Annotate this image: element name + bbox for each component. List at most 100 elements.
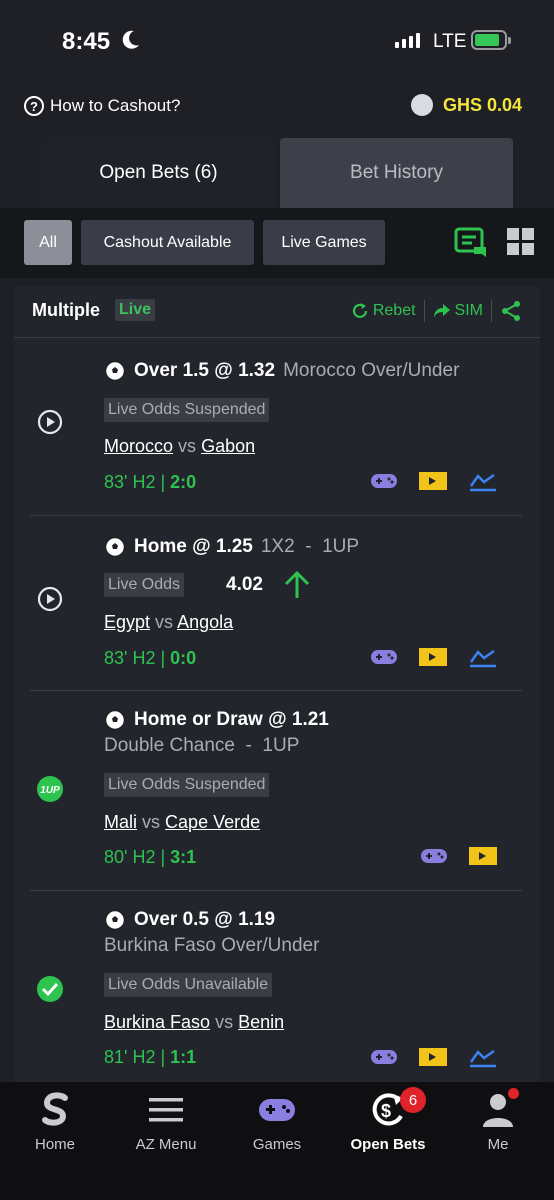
away-team: Cape Verde xyxy=(165,812,261,832)
soccer-ball-icon xyxy=(104,536,126,558)
match-teams[interactable]: Mali vs Cape Verde xyxy=(104,812,260,833)
clock: 8:45 xyxy=(62,28,111,55)
soccer-ball-icon xyxy=(104,360,126,382)
svg-text:1UP: 1UP xyxy=(40,785,60,796)
nav-open-bets-label: Open Bets xyxy=(350,1136,426,1153)
match-status: 83' H2 | 2:0 xyxy=(104,472,196,493)
match-status: 83' H2 | 0:0 xyxy=(104,648,196,669)
betslip-chat-icon[interactable] xyxy=(454,227,488,264)
selection-line: Over 0.5 @ 1.19 xyxy=(104,909,275,931)
filter-live-games[interactable]: Live Games xyxy=(263,220,385,265)
how-to-cashout-link[interactable]: ? How to Cashout? xyxy=(24,96,180,116)
share-button[interactable] xyxy=(500,300,522,322)
vs-label: vs xyxy=(142,812,161,832)
vs-label: vs xyxy=(215,1012,234,1032)
nav-az-menu[interactable]: AZ Menu xyxy=(111,1092,221,1153)
match-time: 83' H2 | xyxy=(104,472,166,492)
leg-tools xyxy=(370,470,498,497)
divider xyxy=(423,300,425,322)
tv-icon[interactable] xyxy=(418,1047,448,1072)
header: ? How to Cashout? GHS 0.04 xyxy=(0,86,554,128)
nav-open-bets[interactable]: $ Open Bets xyxy=(333,1092,443,1153)
nav-me-label: Me xyxy=(487,1136,509,1153)
bottom-nav: Home AZ Menu Games $ Open Bets Me xyxy=(0,1082,554,1200)
gamepad-icon[interactable] xyxy=(420,846,448,871)
match-score: 0:0 xyxy=(170,648,197,668)
1up-badge-icon: 1UP xyxy=(36,775,64,808)
share-arrow-icon xyxy=(433,304,450,318)
rebet-label: Rebet xyxy=(372,302,416,319)
battery-icon xyxy=(471,30,511,50)
odds-status-tag: Live Odds xyxy=(104,573,185,597)
bet-card-header: Multiple Live Rebet SIM xyxy=(14,286,540,338)
tv-icon[interactable] xyxy=(418,471,448,496)
market: Burkina Faso Over/Under xyxy=(104,935,320,956)
filter-all[interactable]: All xyxy=(24,220,72,265)
selection: Over 1.5 @ 1.32 xyxy=(134,360,276,381)
network-label: LTE xyxy=(433,31,467,52)
away-team: Benin xyxy=(238,1012,285,1032)
tab-open-bets[interactable]: Open Bets (6) xyxy=(42,138,275,208)
stats-icon[interactable] xyxy=(468,1046,498,1073)
play-icon[interactable] xyxy=(36,408,64,441)
balance-amount: GHS 0.04 xyxy=(442,94,522,115)
refresh-icon xyxy=(352,303,367,318)
selection-line: Over 1.5 @ 1.32 Morocco Over/Under xyxy=(104,360,459,382)
gamepad-icon[interactable] xyxy=(370,647,398,672)
rebet-button[interactable]: Rebet xyxy=(351,302,416,320)
share-icon xyxy=(502,301,520,321)
home-team: Egypt xyxy=(104,612,151,632)
filter-bar: All Cashout Available Live Games xyxy=(0,208,554,278)
match-time: 83' H2 | xyxy=(104,648,166,668)
sim-label: SIM xyxy=(454,302,483,319)
selection-line: Home or Draw @ 1.21 xyxy=(104,709,329,731)
divider xyxy=(491,300,492,322)
gamepad-icon[interactable] xyxy=(370,471,398,496)
away-team: Gabon xyxy=(201,436,256,456)
stats-icon[interactable] xyxy=(468,646,498,673)
stats-icon[interactable] xyxy=(468,470,498,497)
bet-leg: 1UP Home or Draw @ 1.21 Double Chance - … xyxy=(30,691,522,891)
avatar xyxy=(410,94,433,116)
sim-button[interactable]: SIM xyxy=(433,302,483,320)
tv-icon[interactable] xyxy=(418,647,448,672)
up-arrow-icon xyxy=(282,570,312,605)
tab-bet-history[interactable]: Bet History xyxy=(280,138,513,208)
svg-text:$: $ xyxy=(381,1101,391,1121)
play-icon[interactable] xyxy=(36,585,64,618)
status-bar: 8:45 LTE xyxy=(0,0,554,80)
nav-me[interactable]: Me xyxy=(443,1092,553,1153)
leg-tools xyxy=(370,1046,498,1073)
grid-view-icon[interactable] xyxy=(507,228,535,261)
bet-leg: Over 0.5 @ 1.19 Burkina Faso Over/Under … xyxy=(30,891,522,1086)
selection: Over 0.5 @ 1.19 xyxy=(134,909,276,930)
nav-games-label: Games xyxy=(252,1136,302,1153)
match-score: 3:1 xyxy=(170,847,197,867)
check-circle-icon xyxy=(36,975,64,1008)
filter-cashout-available[interactable]: Cashout Available xyxy=(81,220,254,265)
leg-tools xyxy=(420,846,498,871)
selection: Home @ 1.25 xyxy=(134,536,253,557)
nav-games[interactable]: Games xyxy=(222,1092,332,1153)
home-team: Burkina Faso xyxy=(104,1012,211,1032)
odds-status-tag: Live Odds Suspended xyxy=(104,398,270,422)
match-teams[interactable]: Morocco vs Gabon xyxy=(104,436,255,457)
hamburger-icon xyxy=(149,1092,183,1128)
match-teams[interactable]: Egypt vs Angola xyxy=(104,612,233,633)
nav-home[interactable]: Home xyxy=(0,1092,110,1153)
question-icon: ? xyxy=(24,96,44,116)
nav-az-menu-label: AZ Menu xyxy=(135,1136,197,1153)
balance[interactable]: GHS 0.04 xyxy=(410,94,522,116)
bet-card: Multiple Live Rebet SIM Over 1.5 @ 1.32 xyxy=(14,286,540,1086)
market: Double Chance - 1UP xyxy=(104,735,300,756)
how-to-label: How to Cashout? xyxy=(50,96,181,115)
match-score: 2:0 xyxy=(170,472,197,492)
tv-icon[interactable] xyxy=(468,846,498,871)
bet-leg: Over 1.5 @ 1.32 Morocco Over/Under Live … xyxy=(30,340,522,516)
match-teams[interactable]: Burkina Faso vs Benin xyxy=(104,1012,284,1033)
market: Morocco Over/Under xyxy=(283,360,460,381)
market: 1X2 - 1UP xyxy=(260,536,360,557)
gamepad-icon[interactable] xyxy=(370,1047,398,1072)
odds-status-tag: Live Odds Unavailable xyxy=(104,973,273,997)
match-time: 80' H2 | xyxy=(104,847,166,867)
